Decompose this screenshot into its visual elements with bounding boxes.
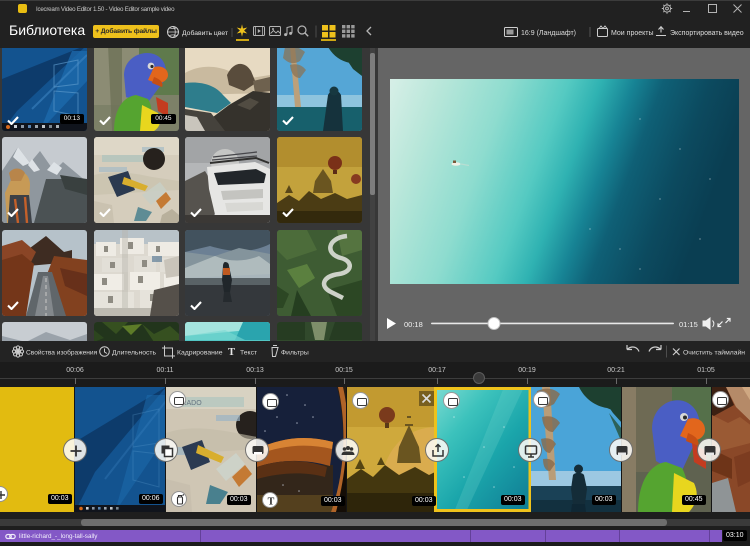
svg-text:T: T: [267, 497, 274, 508]
svg-text:Фильтры: Фильтры: [281, 350, 309, 357]
svg-text:Мои проекты: Мои проекты: [611, 30, 654, 37]
svg-text:16:9 (Ландшафт): 16:9 (Ландшафт): [521, 30, 576, 37]
svg-text:Длительность: Длительность: [112, 350, 157, 357]
svg-text:Очистить таймлайн: Очистить таймлайн: [683, 349, 745, 357]
svg-text:00:18: 00:18: [404, 320, 423, 329]
svg-text:Экспортировать видео: Экспортировать видео: [670, 30, 744, 37]
svg-text:Текст: Текст: [240, 350, 257, 357]
svg-text:01:15: 01:15: [679, 320, 698, 329]
svg-text:Кадрирование: Кадрирование: [177, 350, 223, 357]
svg-text:Добавить цвет: Добавить цвет: [182, 29, 228, 37]
svg-text:T: T: [228, 347, 235, 358]
svg-text:Свойства изображения: Свойства изображения: [26, 349, 98, 357]
